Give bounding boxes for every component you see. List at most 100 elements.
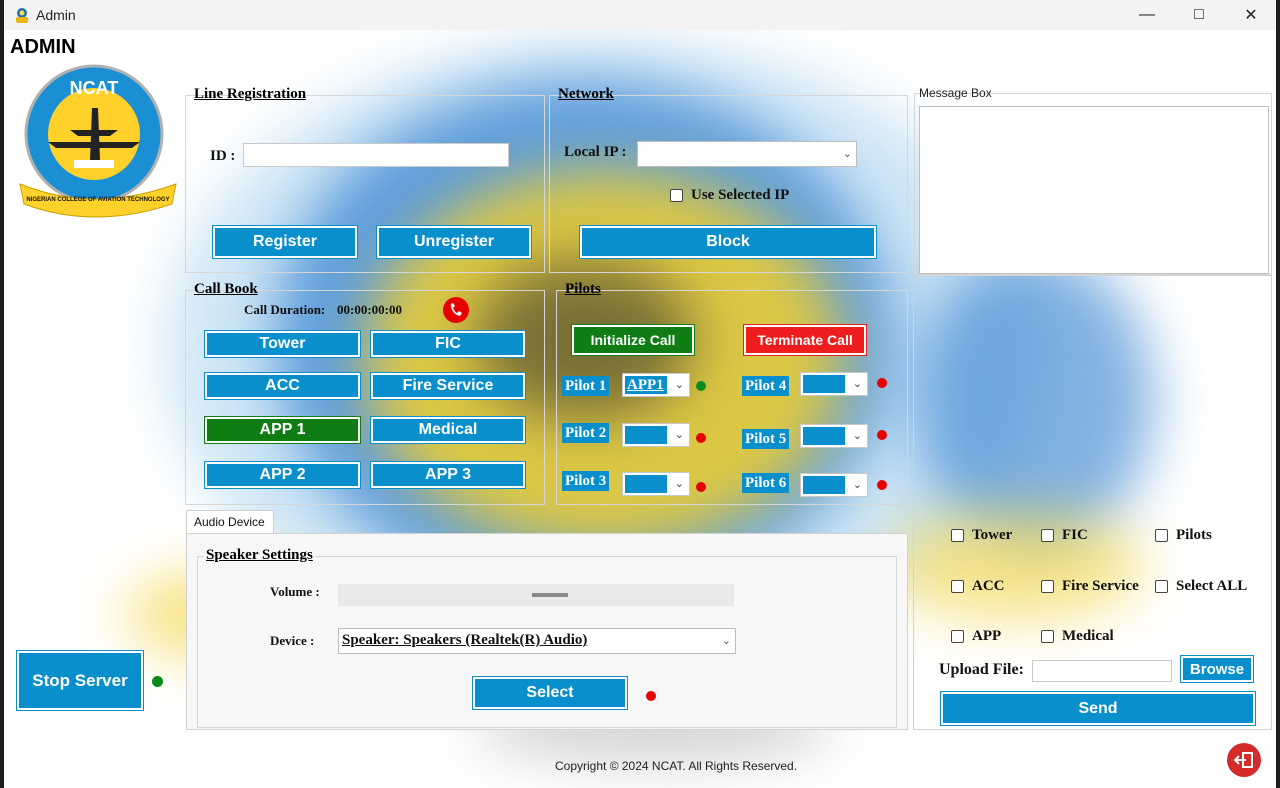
broadcast-fire-service-checkbox[interactable]: Fire Service [1041, 578, 1139, 595]
call-fic-button[interactable]: FIC [370, 330, 526, 358]
call-acc-button[interactable]: ACC [204, 372, 361, 400]
broadcast-select-all-checkbox[interactable]: Select ALL [1155, 578, 1247, 595]
broadcast-acc-checkbox[interactable]: ACC [951, 578, 1005, 595]
tab-audio-device-label: Audio Device [194, 515, 265, 529]
logo-ring-text: NCAT [70, 78, 119, 98]
message-box-textarea[interactable] [919, 106, 1269, 274]
use-selected-ip-checkbox[interactable]: Use Selected IP [670, 187, 789, 204]
client-area: ADMIN NCAT NIGERIAN COLLEGE OF AVIATION … [4, 30, 1276, 788]
broadcast-medical-checkbox[interactable]: Medical [1041, 628, 1114, 645]
device-select[interactable]: Speaker: Speakers (Realtek(R) Audio) ⌄ [338, 628, 736, 654]
phone-icon[interactable] [442, 296, 470, 324]
checkbox-box [951, 529, 964, 542]
terminate-call-button[interactable]: Terminate Call [743, 324, 867, 356]
upload-file-input[interactable] [1032, 660, 1172, 682]
chevron-down-icon: ⌄ [852, 479, 862, 491]
chevron-down-icon: ⌄ [721, 634, 731, 647]
broadcast-tower-checkbox[interactable]: Tower [951, 527, 1012, 544]
network-group: Network Local IP : ⌄ Use Selected IP Blo… [549, 86, 908, 273]
browse-button[interactable]: Browse [1180, 655, 1254, 683]
chevron-down-icon: ⌄ [842, 147, 852, 160]
checkbox-box [951, 630, 964, 643]
id-input[interactable] [243, 143, 509, 167]
broadcast-tower-label: Tower [972, 527, 1013, 543]
broadcast-fire-service-label: Fire Service [1062, 578, 1139, 594]
call-tower-button[interactable]: Tower [204, 330, 361, 358]
server-status-indicator [152, 676, 163, 687]
speaker-settings-group: Speaker Settings Volume : Device : Speak… [197, 547, 897, 728]
admin-app-icon [16, 8, 28, 23]
logout-icon[interactable] [1226, 742, 1262, 778]
checkbox-box [670, 189, 683, 202]
pilot-6-select[interactable]: ⌄ [800, 473, 868, 497]
register-button[interactable]: Register [212, 225, 358, 259]
audio-tab-panel: Speaker Settings Volume : Device : Speak… [186, 533, 908, 730]
minimize-icon[interactable]: — [1122, 0, 1172, 30]
call-book-group: Call Book Call Duration: 00:00:00:00 Tow… [185, 281, 545, 505]
close-icon[interactable]: ✕ [1226, 0, 1276, 30]
line-registration-label: Line Registration [194, 86, 307, 102]
volume-label: Volume : [270, 584, 320, 599]
pilot-3-value [625, 475, 667, 493]
call-app3-button[interactable]: APP 3 [370, 461, 526, 489]
maximize-icon[interactable]: □ [1174, 0, 1224, 30]
pilot-4-value [803, 375, 845, 393]
checkbox-box [1155, 529, 1168, 542]
chevron-down-icon: ⌄ [852, 378, 862, 390]
call-app2-button[interactable]: APP 2 [204, 461, 361, 489]
pilot-6-label: Pilot 6 [742, 473, 790, 493]
message-box-group: Message Box [914, 86, 1272, 275]
pilots-group: Pilots Initialize Call Terminate Call Pi… [556, 281, 908, 505]
id-label: ID : [210, 148, 236, 164]
device-label: Device : [270, 633, 315, 648]
call-app1-button[interactable]: APP 1 [204, 416, 361, 444]
pilot-4-status-indicator [877, 378, 887, 388]
volume-slider-thumb[interactable] [532, 593, 568, 597]
broadcast-app-label: APP [972, 628, 1002, 644]
pilot-3-label: Pilot 3 [562, 471, 610, 491]
unregister-button[interactable]: Unregister [376, 225, 532, 259]
audio-status-indicator [646, 691, 656, 701]
local-ip-select[interactable]: ⌄ [637, 141, 857, 167]
broadcast-select-all-label: Select ALL [1176, 578, 1248, 594]
pilot-4-select[interactable]: ⌄ [800, 372, 868, 396]
select-device-button[interactable]: Select [472, 676, 628, 710]
pilot-1-status-indicator [696, 381, 706, 391]
pilots-label: Pilots [565, 281, 601, 297]
use-selected-ip-label: Use Selected IP [691, 187, 790, 203]
initialize-call-button[interactable]: Initialize Call [571, 324, 695, 356]
broadcast-fic-checkbox[interactable]: FIC [1041, 527, 1088, 544]
pilot-2-select[interactable]: ⌄ [622, 423, 690, 447]
window-title: Admin [36, 7, 76, 23]
broadcast-panel: Tower FIC Pilots ACC Fire Service Select… [913, 275, 1272, 730]
chevron-down-icon: ⌄ [674, 429, 684, 441]
pilot-5-value [803, 427, 845, 445]
chevron-down-icon: ⌄ [674, 478, 684, 490]
pilot-2-status-indicator [696, 433, 706, 443]
broadcast-medical-label: Medical [1062, 628, 1114, 644]
pilot-5-select[interactable]: ⌄ [800, 424, 868, 448]
local-ip-label: Local IP : [564, 144, 627, 160]
chevron-down-icon: ⌄ [852, 430, 862, 442]
broadcast-app-checkbox[interactable]: APP [951, 628, 1001, 645]
pilot-3-select[interactable]: ⌄ [622, 472, 690, 496]
pilot-5-status-indicator [877, 430, 887, 440]
pilot-1-select[interactable]: APP1 ⌄ [622, 373, 690, 397]
block-button[interactable]: Block [579, 225, 877, 259]
ncat-logo: NCAT NIGERIAN COLLEGE OF AVIATION TECHNO… [19, 64, 177, 218]
checkbox-box [951, 580, 964, 593]
tab-audio-device[interactable]: Audio Device [186, 510, 274, 534]
volume-slider[interactable] [338, 584, 734, 606]
admin-window: Admin — □ ✕ ADMIN NCAT NIGERIAN COLLEGE … [4, 0, 1276, 788]
call-medical-button[interactable]: Medical [370, 416, 526, 444]
checkbox-box [1041, 630, 1054, 643]
line-registration-group: Line Registration ID : Register Unregist… [185, 86, 545, 273]
broadcast-acc-label: ACC [972, 578, 1005, 594]
checkbox-box [1155, 580, 1168, 593]
broadcast-pilots-checkbox[interactable]: Pilots [1155, 527, 1212, 544]
page-title: ADMIN [10, 36, 76, 58]
send-button[interactable]: Send [940, 691, 1256, 726]
stop-server-button[interactable]: Stop Server [16, 650, 144, 711]
call-fire-service-button[interactable]: Fire Service [370, 372, 526, 400]
chevron-down-icon: ⌄ [674, 379, 684, 391]
